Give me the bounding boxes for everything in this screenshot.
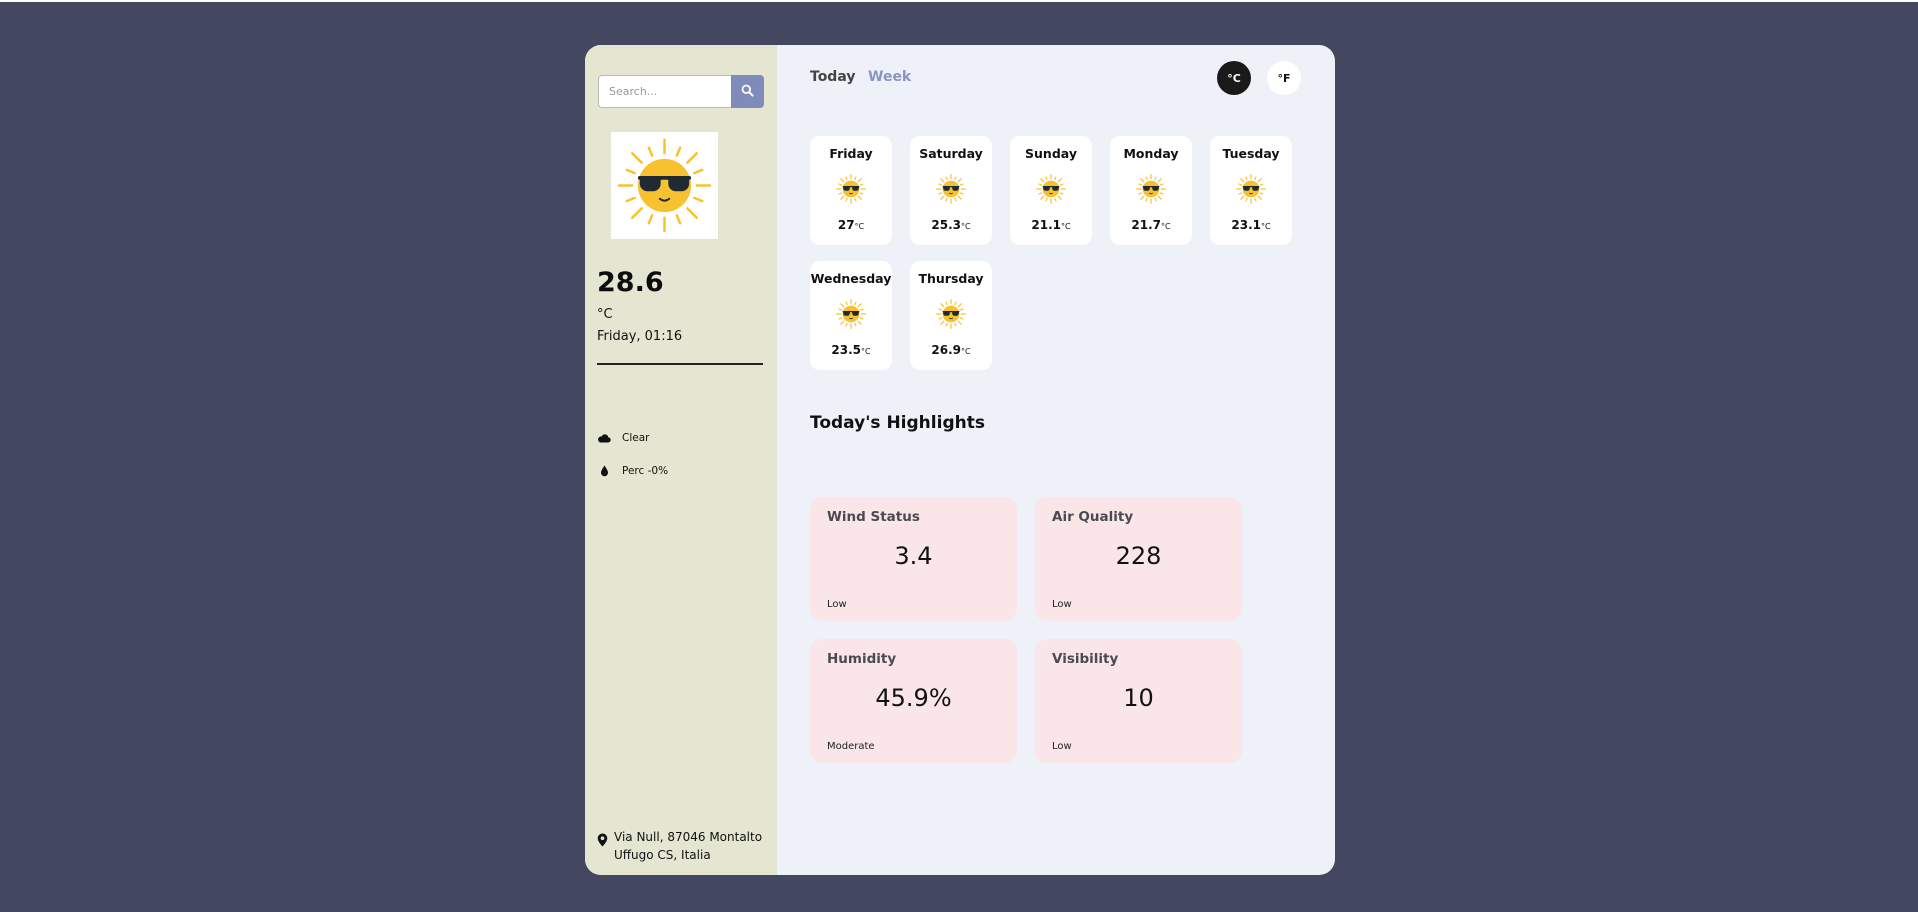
highlight-title: Wind Status bbox=[827, 509, 920, 525]
highlight-title: Air Quality bbox=[1052, 509, 1134, 525]
highlight-card-air-quality: Air Quality 228 Low bbox=[1035, 497, 1242, 621]
forecast-day: Saturday bbox=[919, 146, 983, 161]
forecast-card[interactable]: Monday 21.7°C bbox=[1110, 136, 1192, 245]
forecast-card[interactable]: Tuesday 23.1°C bbox=[1210, 136, 1292, 245]
current-temperature: 28.6 bbox=[597, 267, 664, 298]
forecast-temp: 21.7°C bbox=[1131, 218, 1171, 232]
main-panel: Today Week °C °F Friday 27°C Saturday 25… bbox=[777, 45, 1335, 875]
sun-with-sunglasses-icon bbox=[1236, 174, 1266, 204]
forecast-card[interactable]: Wednesday 23.5°C bbox=[810, 261, 892, 370]
current-weather-image bbox=[611, 132, 718, 239]
forecast-temp: 27°C bbox=[837, 218, 865, 232]
droplet-icon bbox=[597, 464, 611, 478]
forecast-temp: 21.1°C bbox=[1031, 218, 1071, 232]
cloud-icon bbox=[597, 431, 611, 445]
forecast-day: Friday bbox=[829, 146, 873, 161]
sun-with-sunglasses-icon bbox=[1136, 174, 1166, 204]
highlight-status: Moderate bbox=[827, 741, 875, 752]
highlight-title: Humidity bbox=[827, 651, 897, 667]
highlight-value: 228 bbox=[1115, 542, 1162, 570]
highlight-status: Low bbox=[1052, 599, 1072, 610]
search-button[interactable] bbox=[731, 75, 764, 108]
sun-with-sunglasses-icon bbox=[836, 299, 866, 329]
forecast-temp: 23.5°C bbox=[831, 343, 871, 357]
precipitation-label: Perc -0% bbox=[622, 465, 669, 477]
forecast-temp: 23.1°C bbox=[1231, 218, 1271, 232]
forecast-day: Sunday bbox=[1025, 146, 1077, 161]
highlight-card-visibility: Visibility 10 Low bbox=[1035, 639, 1242, 763]
forecast-day: Wednesday bbox=[810, 271, 892, 286]
forecast-temp: 25.3°C bbox=[931, 218, 971, 232]
forecast-card[interactable]: Sunday 21.1°C bbox=[1010, 136, 1092, 245]
highlight-value: 10 bbox=[1123, 684, 1154, 712]
sun-with-sunglasses-icon bbox=[617, 138, 712, 233]
condition-row: Clear bbox=[597, 431, 649, 445]
search-bar bbox=[598, 75, 764, 108]
forecast-day: Monday bbox=[1123, 146, 1179, 161]
top-strip bbox=[0, 0, 1918, 2]
divider bbox=[597, 363, 763, 365]
highlight-status: Low bbox=[1052, 741, 1072, 752]
search-input[interactable] bbox=[598, 75, 731, 108]
highlight-value: 45.9% bbox=[875, 684, 952, 712]
highlight-value: 3.4 bbox=[894, 542, 933, 570]
celsius-button[interactable]: °C bbox=[1217, 61, 1251, 95]
highlight-card-humidity: Humidity 45.9% Moderate bbox=[810, 639, 1017, 763]
highlight-card-wind: Wind Status 3.4 Low bbox=[810, 497, 1017, 621]
location: Via Null, 87046 Montalto Uffugo CS, Ital… bbox=[597, 828, 764, 864]
tab-week[interactable]: Week bbox=[868, 69, 911, 85]
tab-today[interactable]: Today bbox=[810, 69, 855, 85]
sun-with-sunglasses-icon bbox=[836, 174, 866, 204]
sidebar: 28.6 °C Friday, 01:16 Clear Perc -0% bbox=[585, 45, 777, 875]
search-icon bbox=[741, 82, 754, 101]
weather-app: 28.6 °C Friday, 01:16 Clear Perc -0% bbox=[585, 45, 1335, 875]
sun-with-sunglasses-icon bbox=[936, 174, 966, 204]
highlight-status: Low bbox=[827, 599, 847, 610]
forecast-day: Tuesday bbox=[1222, 146, 1280, 161]
precipitation-row: Perc -0% bbox=[597, 464, 668, 478]
location-address: Via Null, 87046 Montalto Uffugo CS, Ital… bbox=[614, 830, 763, 862]
forecast-card[interactable]: Thursday 26.9°C bbox=[910, 261, 992, 370]
forecast-card[interactable]: Friday 27°C bbox=[810, 136, 892, 245]
map-pin-icon bbox=[597, 832, 609, 850]
sun-with-sunglasses-icon bbox=[1036, 174, 1066, 204]
current-datetime: Friday, 01:16 bbox=[597, 329, 683, 344]
sun-with-sunglasses-icon bbox=[936, 299, 966, 329]
forecast-day: Thursday bbox=[918, 271, 984, 286]
forecast-card[interactable]: Saturday 25.3°C bbox=[910, 136, 992, 245]
condition-label: Clear bbox=[622, 432, 650, 444]
fahrenheit-button[interactable]: °F bbox=[1267, 61, 1301, 95]
highlights-title: Today's Highlights bbox=[810, 413, 985, 433]
forecast-temp: 26.9°C bbox=[931, 343, 971, 357]
current-temperature-unit: °C bbox=[597, 307, 613, 322]
highlight-title: Visibility bbox=[1052, 651, 1119, 667]
